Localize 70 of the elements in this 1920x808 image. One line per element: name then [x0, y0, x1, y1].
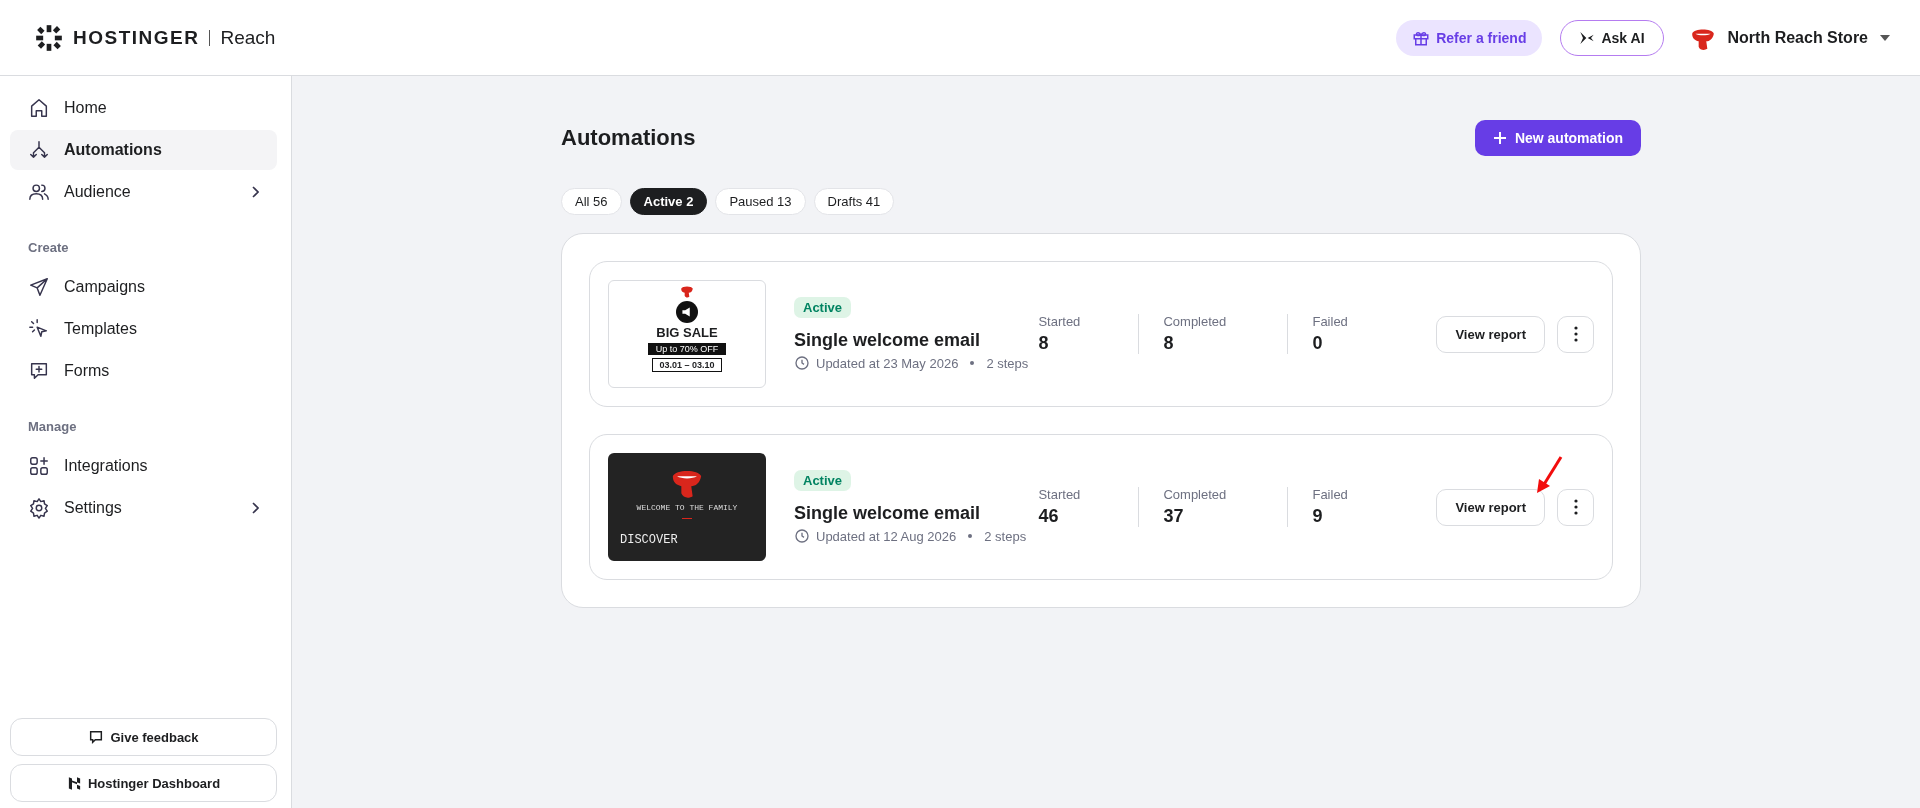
view-report-button[interactable]: View report	[1436, 315, 1545, 353]
speech-bubble-icon	[88, 729, 105, 745]
sidebar-item[interactable]: Automations	[10, 130, 277, 170]
automation-name: Single welcome email	[794, 503, 981, 524]
automation-name: Single welcome email	[794, 330, 981, 351]
grid-plus-icon	[28, 455, 50, 477]
stat-value: 8	[1038, 333, 1050, 354]
stat-label: Failed	[1312, 314, 1349, 329]
separator-dot	[968, 534, 973, 538]
stat-value: 46	[1038, 506, 1060, 527]
separator-dot	[970, 361, 975, 365]
home-icon	[28, 97, 50, 119]
cursor-click-icon	[28, 318, 50, 340]
paper-plane-icon	[28, 276, 50, 298]
plus-icon	[1492, 131, 1507, 145]
stat-value: 0	[1312, 333, 1324, 354]
stat-value: 37	[1163, 506, 1185, 527]
status-badge: Active	[794, 470, 852, 491]
branching-arrows-icon	[28, 139, 50, 161]
page-title: Automations	[561, 125, 696, 151]
speech-bubble-plus-icon	[28, 360, 50, 382]
brand-name: HOSTINGER	[73, 26, 200, 49]
stat-label: Completed	[1163, 487, 1228, 502]
filter-tab[interactable]: Paused 13	[715, 188, 806, 215]
store-selector[interactable]: North Reach Store	[1689, 24, 1890, 51]
megaphone-icon	[676, 301, 698, 323]
more-icon	[1573, 326, 1578, 342]
stat-label: Completed	[1163, 314, 1228, 329]
section-heading: Manage	[27, 418, 78, 436]
sidebar-item[interactable]: Settings	[10, 488, 277, 528]
sidebar-item[interactable]: Forms	[10, 351, 277, 391]
more-options-button[interactable]	[1557, 315, 1594, 353]
sidebar-item[interactable]: Campaigns	[10, 267, 277, 307]
dashboard-button[interactable]: Hostinger Dashboard	[10, 764, 277, 802]
updated-date: Updated at 12 Aug 2026	[816, 528, 957, 544]
filter-tab[interactable]: Drafts 41	[813, 188, 895, 215]
sidebar-item[interactable]: Integrations	[10, 446, 277, 486]
logo-icon	[66, 775, 82, 791]
people-icon	[28, 181, 50, 203]
filter-tab[interactable]: Active 2	[629, 188, 708, 215]
sidebar-item[interactable]: Audience	[10, 172, 277, 212]
ask-ai-button[interactable]: Ask AI	[1560, 19, 1664, 56]
updated-date: Updated at 23 May 2026	[816, 355, 959, 371]
more-options-button[interactable]	[1557, 488, 1594, 526]
email-preview: WELCOME TO THE FAMILY DISCOVER	[608, 453, 766, 561]
stat-value: 8	[1163, 333, 1175, 354]
sidebar-item[interactable]: Templates	[10, 309, 277, 349]
settings-icon	[28, 497, 50, 519]
filter-tab[interactable]: All 56	[561, 188, 622, 215]
clock-icon	[794, 528, 810, 544]
feedback-button[interactable]: Give feedback	[10, 718, 277, 756]
logo-icon	[35, 23, 63, 52]
clock-icon	[794, 355, 810, 371]
stat-value: 9	[1312, 506, 1324, 527]
sidebar-item[interactable]: Home	[10, 88, 277, 128]
product-name: Reach	[220, 26, 276, 49]
new-automation-button[interactable]: New automation	[1474, 120, 1641, 156]
section-heading: Create	[27, 239, 70, 257]
view-report-button[interactable]: View report	[1436, 488, 1545, 526]
dropdown-caret-icon	[1880, 34, 1890, 41]
stat-label: Started	[1038, 314, 1082, 329]
stat-label: Failed	[1312, 487, 1349, 502]
tongue-logo-icon	[680, 284, 694, 298]
stat-label: Started	[1038, 487, 1082, 502]
email-preview: BIG SALE Up to 70% OFF 03.01 – 03.10	[608, 280, 766, 388]
status-badge: Active	[794, 297, 852, 318]
step-count: 2 steps	[984, 528, 1027, 544]
refer-friend-button[interactable]: Refer a friend	[1396, 19, 1543, 56]
step-count: 2 steps	[986, 355, 1029, 371]
more-icon	[1573, 499, 1578, 515]
